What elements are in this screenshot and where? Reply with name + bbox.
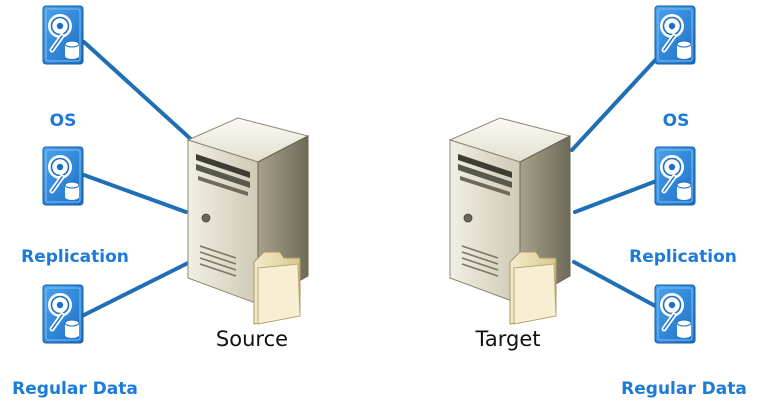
hard-disk-icon: [655, 285, 695, 343]
source-disk-replication: Replication: [21, 147, 129, 267]
source-server-label: Source: [216, 327, 288, 351]
hard-disk-icon: [43, 285, 83, 343]
target-disk-replication-label: Replication: [629, 247, 737, 267]
replication-diagram: OS Replication Regular Data Source OS Re…: [12, 0, 747, 399]
connector-source-regular-data: [82, 260, 192, 317]
target-disk-replication: Replication: [629, 147, 737, 267]
connector-source-os: [82, 40, 207, 154]
target-disk-os: OS: [655, 6, 695, 131]
target-disk-regular-data-label: Regular Data: [621, 379, 747, 399]
target-server: Target: [449, 117, 571, 351]
source-disk-os: OS: [43, 6, 83, 131]
target-disk-regular-data: Regular Data: [621, 285, 747, 399]
target-server-label: Target: [475, 327, 541, 351]
connector-source-replication: [82, 173, 188, 214]
source-disk-os-label: OS: [50, 111, 77, 131]
folder-icon: [253, 251, 301, 325]
source-disk-regular-data-label: Regular Data: [12, 379, 138, 399]
hard-disk-icon: [655, 147, 695, 205]
source-connectors: [82, 40, 207, 317]
source-server: Source: [187, 117, 309, 351]
hard-disk-icon: [43, 6, 83, 64]
source-disk-replication-label: Replication: [21, 247, 129, 267]
source-disk-regular-data: Regular Data: [12, 285, 138, 399]
folder-icon: [509, 251, 557, 325]
target-disk-os-label: OS: [663, 111, 690, 131]
hard-disk-icon: [43, 147, 83, 205]
hard-disk-icon: [655, 6, 695, 64]
